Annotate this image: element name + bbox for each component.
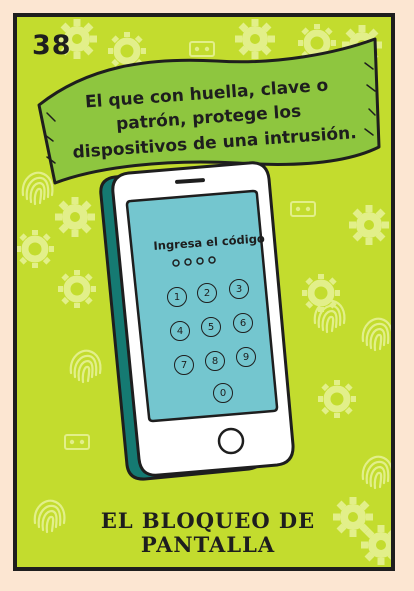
page: 38 El que con huella, clave o patrón, pr… xyxy=(0,0,414,591)
key-6[interactable]: 6 xyxy=(233,313,253,333)
card-title-line-2: PANTALLA xyxy=(140,532,276,557)
card-title-line-1: EL BLOQUEO DE xyxy=(100,508,316,533)
key-0[interactable]: 0 xyxy=(213,383,233,403)
loteria-card: 38 El que con huella, clave o patrón, pr… xyxy=(13,13,395,571)
card-title: EL BLOQUEO DE PANTALLA xyxy=(17,508,391,557)
key-7[interactable]: 7 xyxy=(174,355,194,375)
key-2[interactable]: 2 xyxy=(197,283,217,303)
key-4[interactable]: 4 xyxy=(170,321,190,341)
key-8[interactable]: 8 xyxy=(205,351,225,371)
key-1[interactable]: 1 xyxy=(167,287,187,307)
phone-screen xyxy=(125,189,279,423)
key-9[interactable]: 9 xyxy=(236,347,256,367)
key-3[interactable]: 3 xyxy=(229,279,249,299)
key-5[interactable]: 5 xyxy=(201,317,221,337)
home-button-icon[interactable] xyxy=(217,427,245,455)
